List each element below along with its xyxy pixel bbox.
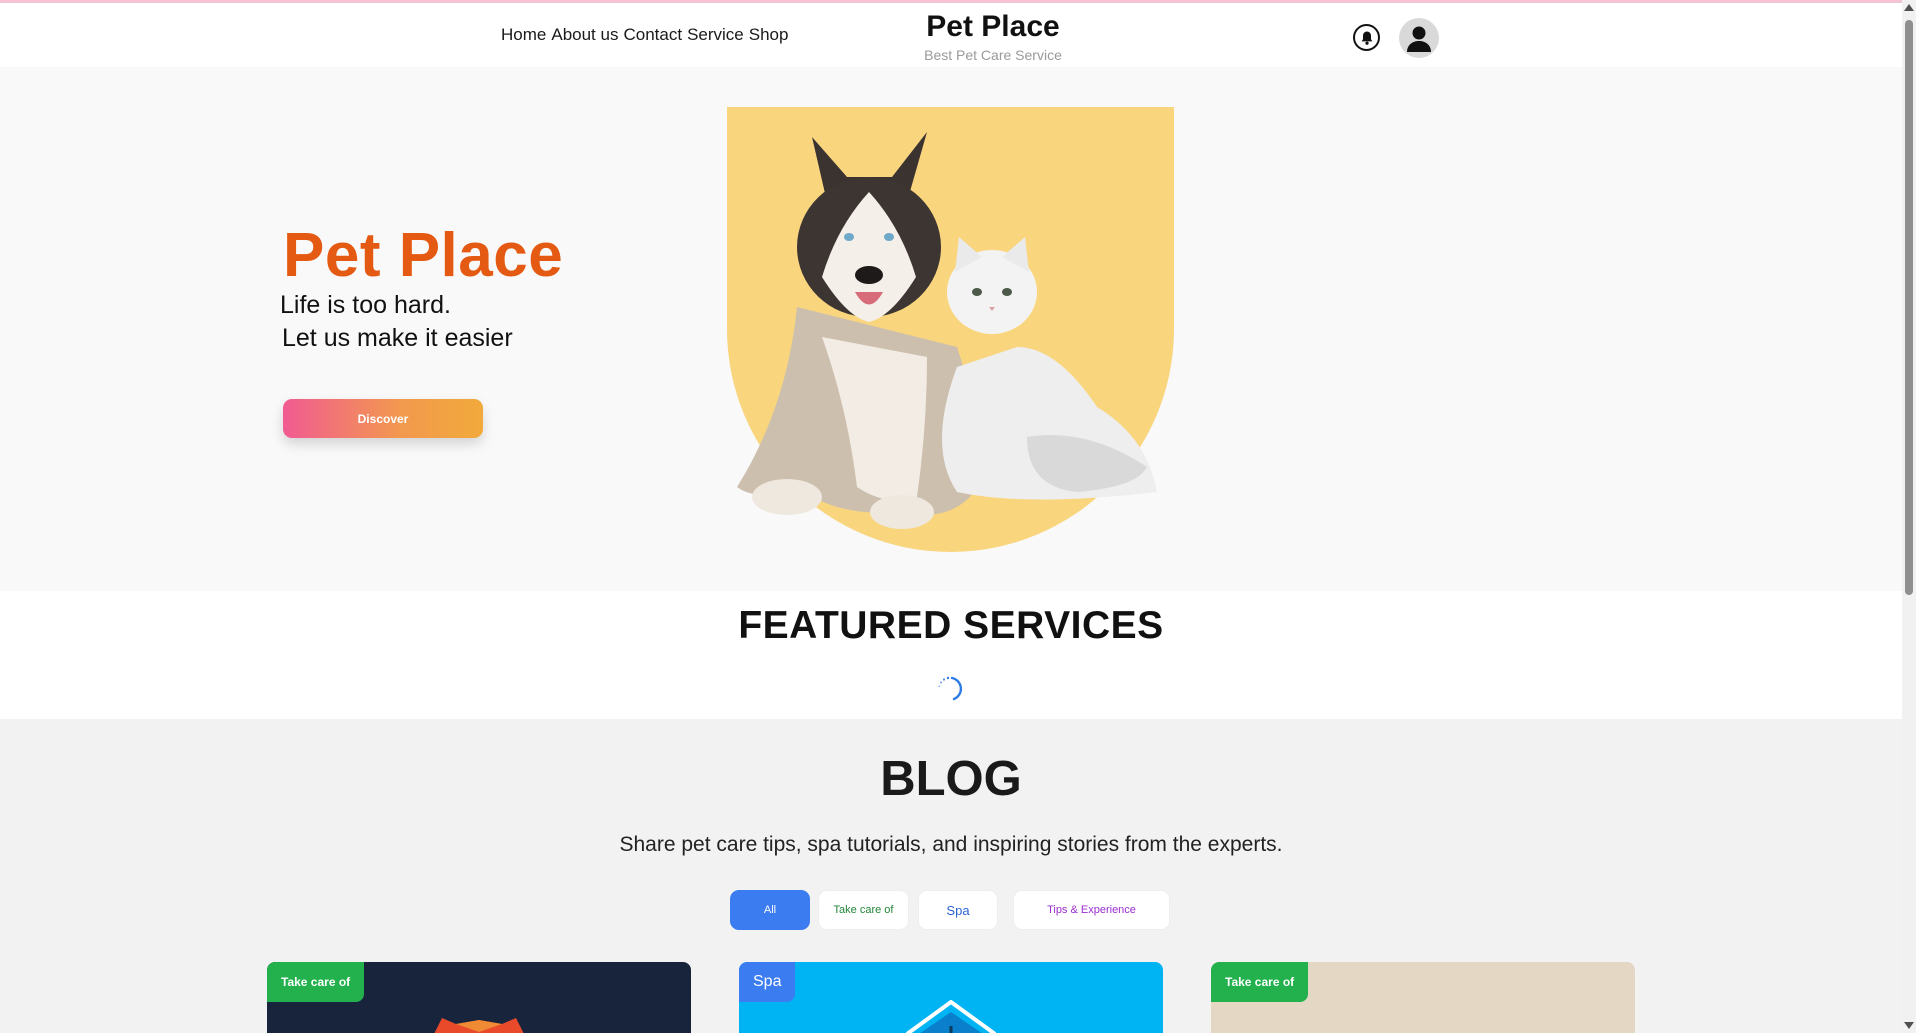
cat-face-icon — [434, 1018, 524, 1033]
brand-title: Pet Place — [926, 10, 1060, 43]
brand-logo[interactable]: Pet Place Best Pet Care Service — [900, 9, 1086, 63]
blog-subtitle: Share pet care tips, spa tutorials, and … — [619, 833, 1283, 856]
hero-tagline-1: Life is too hard. — [280, 291, 451, 319]
filter-spa[interactable]: Spa — [918, 890, 998, 930]
filter-tips-experience[interactable]: Tips & Experience — [1013, 890, 1170, 930]
nav-about[interactable]: About us — [551, 25, 618, 45]
hero-tagline-2: Let us make it easier — [282, 324, 513, 352]
nav-service[interactable]: Service — [687, 25, 744, 45]
user-icon[interactable] — [1399, 18, 1439, 58]
card-category-tag: Take care of — [1211, 962, 1309, 1002]
site-header: Home About us Contact Service Shop Pet P… — [0, 3, 1902, 67]
nav-contact[interactable]: Contact — [623, 25, 682, 45]
blog-card[interactable]: Spa — [739, 962, 1163, 1033]
bell-icon[interactable] — [1353, 24, 1380, 51]
card-category-tag: Take care of — [267, 962, 365, 1002]
nav-home[interactable]: Home — [501, 25, 546, 45]
spinner-icon — [938, 676, 963, 701]
hero-title: Pet Place — [283, 221, 564, 290]
scroll-up-arrow-icon[interactable] — [1904, 4, 1914, 11]
house-icon — [905, 1000, 997, 1033]
hero-section: Pet Place Life is too hard. Let us make … — [0, 67, 1902, 591]
scroll-down-arrow-icon[interactable] — [1904, 1022, 1914, 1029]
blog-filter-bar: All Take care of Spa Tips & Experience — [0, 890, 1902, 930]
filter-all[interactable]: All — [730, 890, 810, 930]
discover-button[interactable]: Discover — [283, 399, 483, 438]
filter-take-care-of[interactable]: Take care of — [818, 890, 909, 930]
blog-card[interactable]: Take care of — [267, 962, 691, 1033]
blog-card[interactable]: Take care of — [1211, 962, 1635, 1033]
card-category-tag: Spa — [739, 962, 796, 1002]
scrollbar-thumb[interactable] — [1905, 20, 1913, 595]
blog-section: BLOG Share pet care tips, spa tutorials,… — [0, 719, 1902, 1033]
blog-title: BLOG — [880, 752, 1022, 806]
main-nav: Home About us Contact Service Shop — [501, 25, 788, 45]
featured-services-title: FEATURED SERVICES — [738, 604, 1164, 647]
dog-and-cat-illustration — [727, 107, 1174, 552]
brand-subtitle: Best Pet Care Service — [924, 47, 1062, 63]
featured-services-section: FEATURED SERVICES — [0, 591, 1902, 719]
nav-shop[interactable]: Shop — [749, 25, 789, 45]
